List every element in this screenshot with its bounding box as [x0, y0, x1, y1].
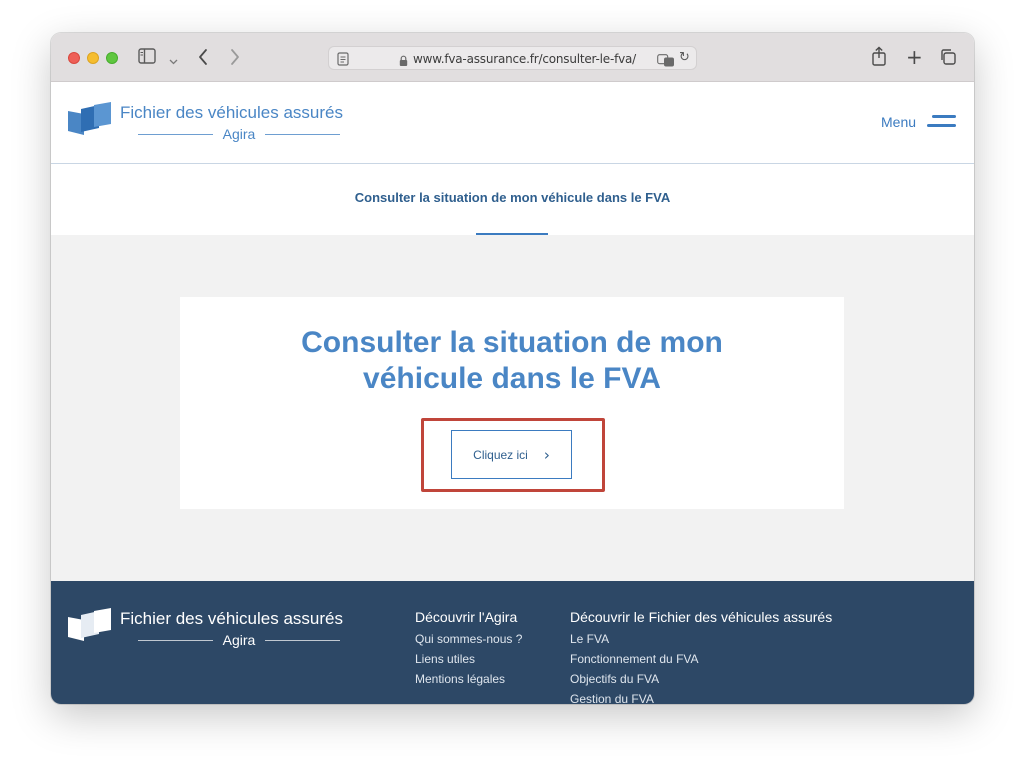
minimize-window-button[interactable] [87, 52, 99, 64]
zoom-window-button[interactable] [106, 52, 118, 64]
consult-card: Consulter la situation de mon véhicule d… [180, 297, 844, 509]
sidebar-toggle-icon[interactable] [138, 48, 156, 68]
address-bar[interactable]: www.fva-assurance.fr/consulter-le-fva/ ↻ [328, 46, 697, 70]
footer-link-mentions-legales[interactable]: Mentions légales [415, 669, 522, 689]
site-header: Fichier des véhicules assurés Agira Menu [51, 82, 974, 164]
menu-button[interactable]: Menu [881, 114, 916, 130]
footer-link-objectifs[interactable]: Objectifs du FVA [570, 669, 832, 689]
footer-col-fva-heading: Découvrir le Fichier des véhicules assur… [570, 609, 833, 625]
footer-link-gestion[interactable]: Gestion du FVA [570, 689, 832, 704]
page-title-line-1: Consulter la situation de mon [301, 326, 723, 359]
new-tab-icon[interactable]: + [906, 45, 923, 69]
page-title-line-2: véhicule dans le FVA [363, 362, 661, 395]
logo-subtitle: Agira [138, 126, 340, 142]
page-title: Consulter la situation de mon véhicule d… [180, 325, 844, 397]
site-footer: Fichier des véhicules assurés Agira Déco… [51, 581, 974, 704]
reload-icon[interactable]: ↻ [679, 50, 690, 65]
footer-link-le-fva[interactable]: Le FVA [570, 629, 832, 649]
footer-col-fva: Découvrir le Fichier des véhicules assur… [570, 609, 832, 704]
browser-toolbar: www.fva-assurance.fr/consulter-le-fva/ ↻… [51, 33, 974, 82]
main-content: Consulter la situation de mon véhicule d… [51, 235, 974, 581]
logo-subtitle-text: Agira [222, 126, 256, 142]
back-icon[interactable] [198, 48, 209, 70]
footer-logo-subtitle-text: Agira [222, 632, 256, 648]
url-text: www.fva-assurance.fr/consulter-le-fva/ [413, 52, 637, 66]
reader-view-icon[interactable] [337, 51, 349, 70]
footer-logo-title[interactable]: Fichier des véhicules assurés [120, 609, 343, 629]
logo-title[interactable]: Fichier des véhicules assurés [120, 103, 343, 123]
footer-col-agira: Découvrir l'Agira Qui sommes-nous ? Lien… [415, 609, 522, 689]
footer-link-fonctionnement[interactable]: Fonctionnement du FVA [570, 649, 832, 669]
subnav-title: Consulter la situation de mon véhicule d… [354, 190, 671, 205]
browser-window: www.fva-assurance.fr/consulter-le-fva/ ↻… [51, 33, 974, 704]
footer-link-qui-sommes-nous[interactable]: Qui sommes-nous ? [415, 629, 522, 649]
page-subnav: Consulter la situation de mon véhicule d… [51, 165, 974, 235]
share-icon[interactable] [871, 46, 887, 70]
tab-overview-icon[interactable] [939, 48, 957, 70]
lock-icon [399, 52, 408, 71]
fva-logo-icon[interactable] [68, 102, 112, 143]
footer-logo-subtitle: Agira [138, 632, 340, 648]
forward-icon[interactable] [229, 48, 240, 70]
chevron-down-icon[interactable] [169, 51, 178, 70]
chevron-right-icon: › [543, 445, 550, 464]
cliquez-ici-button[interactable]: Cliquez ici › [451, 430, 572, 479]
footer-link-liens-utiles[interactable]: Liens utiles [415, 649, 522, 669]
footer-logo-icon[interactable] [68, 608, 112, 649]
translate-icon[interactable] [657, 52, 675, 71]
footer-col-agira-heading: Découvrir l'Agira [415, 609, 518, 625]
close-window-button[interactable] [68, 52, 80, 64]
cta-label: Cliquez ici [473, 447, 528, 462]
hamburger-menu-icon[interactable] [927, 115, 956, 129]
